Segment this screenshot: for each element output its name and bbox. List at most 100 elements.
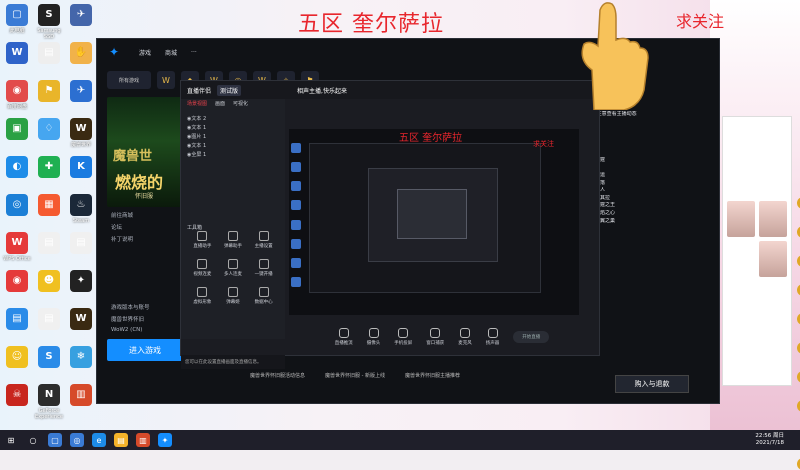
forum-link[interactable]: 论坛: [111, 223, 191, 231]
tool-button[interactable]: 直播助手: [187, 231, 218, 249]
tool-button[interactable]: 视频连麦: [187, 259, 218, 277]
desktop-icon[interactable]: ▦: [34, 194, 64, 218]
desktop-app-icon: ▤: [38, 308, 60, 330]
desktop-icon[interactable]: S: [34, 346, 64, 370]
tab-visual[interactable]: 可视化: [233, 100, 248, 107]
purchase-button[interactable]: 购入与退款: [615, 375, 689, 393]
desktop-icon[interactable]: ▤: [34, 42, 64, 66]
tab-picture[interactable]: 画面: [215, 100, 225, 107]
toolbar-button[interactable]: 窗口捕获: [426, 328, 444, 346]
toolbar-button[interactable]: 摄像头: [367, 328, 380, 346]
shop-link[interactable]: 前往商城: [111, 211, 191, 219]
layer-item[interactable]: ◉ 图片 1: [181, 132, 285, 141]
version-select[interactable]: WoW2 (CN): [111, 327, 191, 333]
layer-item[interactable]: ◉ 全屏 1: [181, 150, 285, 159]
desktop-icon[interactable]: ▤: [2, 308, 32, 332]
desktop-icon[interactable]: ▥: [66, 384, 96, 408]
browser-icon[interactable]: ◎: [70, 433, 84, 447]
desktop-icon[interactable]: ◉ 百度网盘: [2, 80, 32, 110]
patch-notes-link[interactable]: 补丁说明: [111, 235, 191, 243]
preview-area: 五区 奎尔萨拉 求关注: [289, 129, 579, 315]
tool-label: 弹幕姬: [226, 300, 240, 305]
tool-button[interactable]: 主播设置: [248, 231, 279, 249]
toolbar-icon: [398, 328, 409, 338]
desktop-icon[interactable]: ♢: [34, 118, 64, 142]
desktop-icon[interactable]: ✋: [66, 42, 96, 66]
start-live-button[interactable]: 开始直播: [513, 331, 550, 343]
desktop-icon[interactable]: ✈: [66, 4, 96, 28]
tab-games[interactable]: 游戏: [139, 48, 151, 57]
toolbar-button[interactable]: 直播推流: [335, 328, 353, 346]
search-icon[interactable]: ○: [26, 433, 40, 447]
desktop-app-icon: ◎: [6, 194, 28, 216]
tool-button[interactable]: 多人连麦: [218, 259, 249, 277]
tool-button[interactable]: 一键开播: [248, 259, 279, 277]
news-row: 魔兽世界怀旧服活动信息 魔兽世界怀旧服 - 新版上线 魔兽世界怀旧服主播推荐: [250, 372, 590, 379]
app-icon[interactable]: ▥: [136, 433, 150, 447]
news-item[interactable]: 魔兽世界怀旧服活动信息: [250, 372, 305, 379]
desktop-icon[interactable]: N GeForce Experience: [34, 384, 64, 420]
desktop-icon[interactable]: ☺: [2, 346, 32, 370]
tool-icon: [227, 287, 238, 297]
desktop-app-icon: ☠: [6, 384, 28, 406]
desktop-icon[interactable]: ▤: [34, 232, 64, 256]
desktop-icon[interactable]: ◐: [2, 156, 32, 180]
desktop-icon-label: 百度网盘: [6, 104, 27, 110]
start-icon[interactable]: ⊞: [4, 433, 18, 447]
wow-game-icon[interactable]: W: [157, 71, 175, 89]
game-banner[interactable]: 魔兽世 燃烧的 怀旧服: [107, 97, 191, 207]
toolbar-label: 手机投屏: [394, 341, 413, 346]
tool-button[interactable]: 弹幕助手: [218, 231, 249, 249]
avatar-photo: [759, 241, 787, 277]
battlenet-taskbar-icon[interactable]: ✦: [158, 433, 172, 447]
tool-label: 弹幕助手: [223, 244, 242, 249]
layer-item[interactable]: ◉ 文本 2: [181, 114, 285, 123]
news-item[interactable]: 魔兽世界怀旧服 - 新版上线: [325, 372, 385, 379]
tab-more[interactable]: ···: [191, 49, 197, 56]
desktop-icon[interactable]: ▢ 此电脑: [2, 4, 32, 34]
layer-item[interactable]: ◉ 文本 1: [181, 141, 285, 150]
play-button[interactable]: 进入游戏: [107, 339, 183, 361]
desktop-app-icon: ✋: [70, 42, 92, 64]
desktop-icon[interactable]: ◎: [2, 194, 32, 218]
tool-button[interactable]: 数据中心: [248, 287, 279, 305]
all-games-tile[interactable]: 所有游戏: [107, 71, 151, 89]
toolbar-button[interactable]: 扬声器: [486, 328, 499, 346]
desktop-icon[interactable]: W 魔兽世界: [66, 118, 96, 148]
desktop-app-icon: ▦: [38, 194, 60, 216]
folder-icon[interactable]: ▤: [114, 433, 128, 447]
desktop-icon[interactable]: ▤: [66, 232, 96, 256]
desktop-icon[interactable]: S Samsung SSD: [34, 4, 64, 40]
desktop-icon[interactable]: ⚑: [34, 80, 64, 104]
tab-scene[interactable]: 场景视图: [187, 100, 207, 107]
toolbar-button[interactable]: 手机投屏: [394, 328, 412, 346]
obs-notice: 您可以在此设置直播画面及直播信息。: [181, 355, 285, 369]
explorer-icon[interactable]: ▢: [48, 433, 62, 447]
edge-icon[interactable]: e: [92, 433, 106, 447]
tool-button[interactable]: 虚拟形象: [187, 287, 218, 305]
account-select[interactable]: 魔兽世界怀旧: [111, 315, 191, 323]
desktop-icon[interactable]: ✦: [66, 270, 96, 294]
desktop-icon[interactable]: ◉: [2, 270, 32, 294]
desktop-icon[interactable]: ✚: [34, 156, 64, 180]
desktop-icon[interactable]: ▤: [34, 308, 64, 332]
tool-button[interactable]: 弹幕姬: [218, 287, 249, 305]
desktop-icon[interactable]: W WPS Office: [2, 232, 32, 262]
qq-chat-window[interactable]: [722, 116, 792, 386]
desktop-icon[interactable]: ☻: [34, 270, 64, 294]
desktop-icon[interactable]: K: [66, 156, 96, 180]
desktop-icon[interactable]: W: [66, 308, 96, 332]
desktop-icon[interactable]: W: [2, 42, 32, 66]
desktop-app-icon: ♢: [38, 118, 60, 140]
host-name: 相声主播,快乐起来: [297, 87, 347, 95]
desktop-icon[interactable]: ♨ Steam: [66, 194, 96, 224]
desktop-icon[interactable]: ✈: [66, 80, 96, 104]
desktop-icon[interactable]: ☠: [2, 384, 32, 408]
desktop-icon[interactable]: ▣: [2, 118, 32, 142]
toolbar-button[interactable]: 麦克风: [458, 328, 472, 346]
tab-shop[interactable]: 商城: [165, 48, 177, 57]
desktop-app-icon: ✈: [70, 4, 92, 26]
desktop-icon[interactable]: ❄: [66, 346, 96, 370]
layer-item[interactable]: ◉ 文本 1: [181, 123, 285, 132]
news-item[interactable]: 魔兽世界怀旧服主播推荐: [405, 372, 460, 379]
